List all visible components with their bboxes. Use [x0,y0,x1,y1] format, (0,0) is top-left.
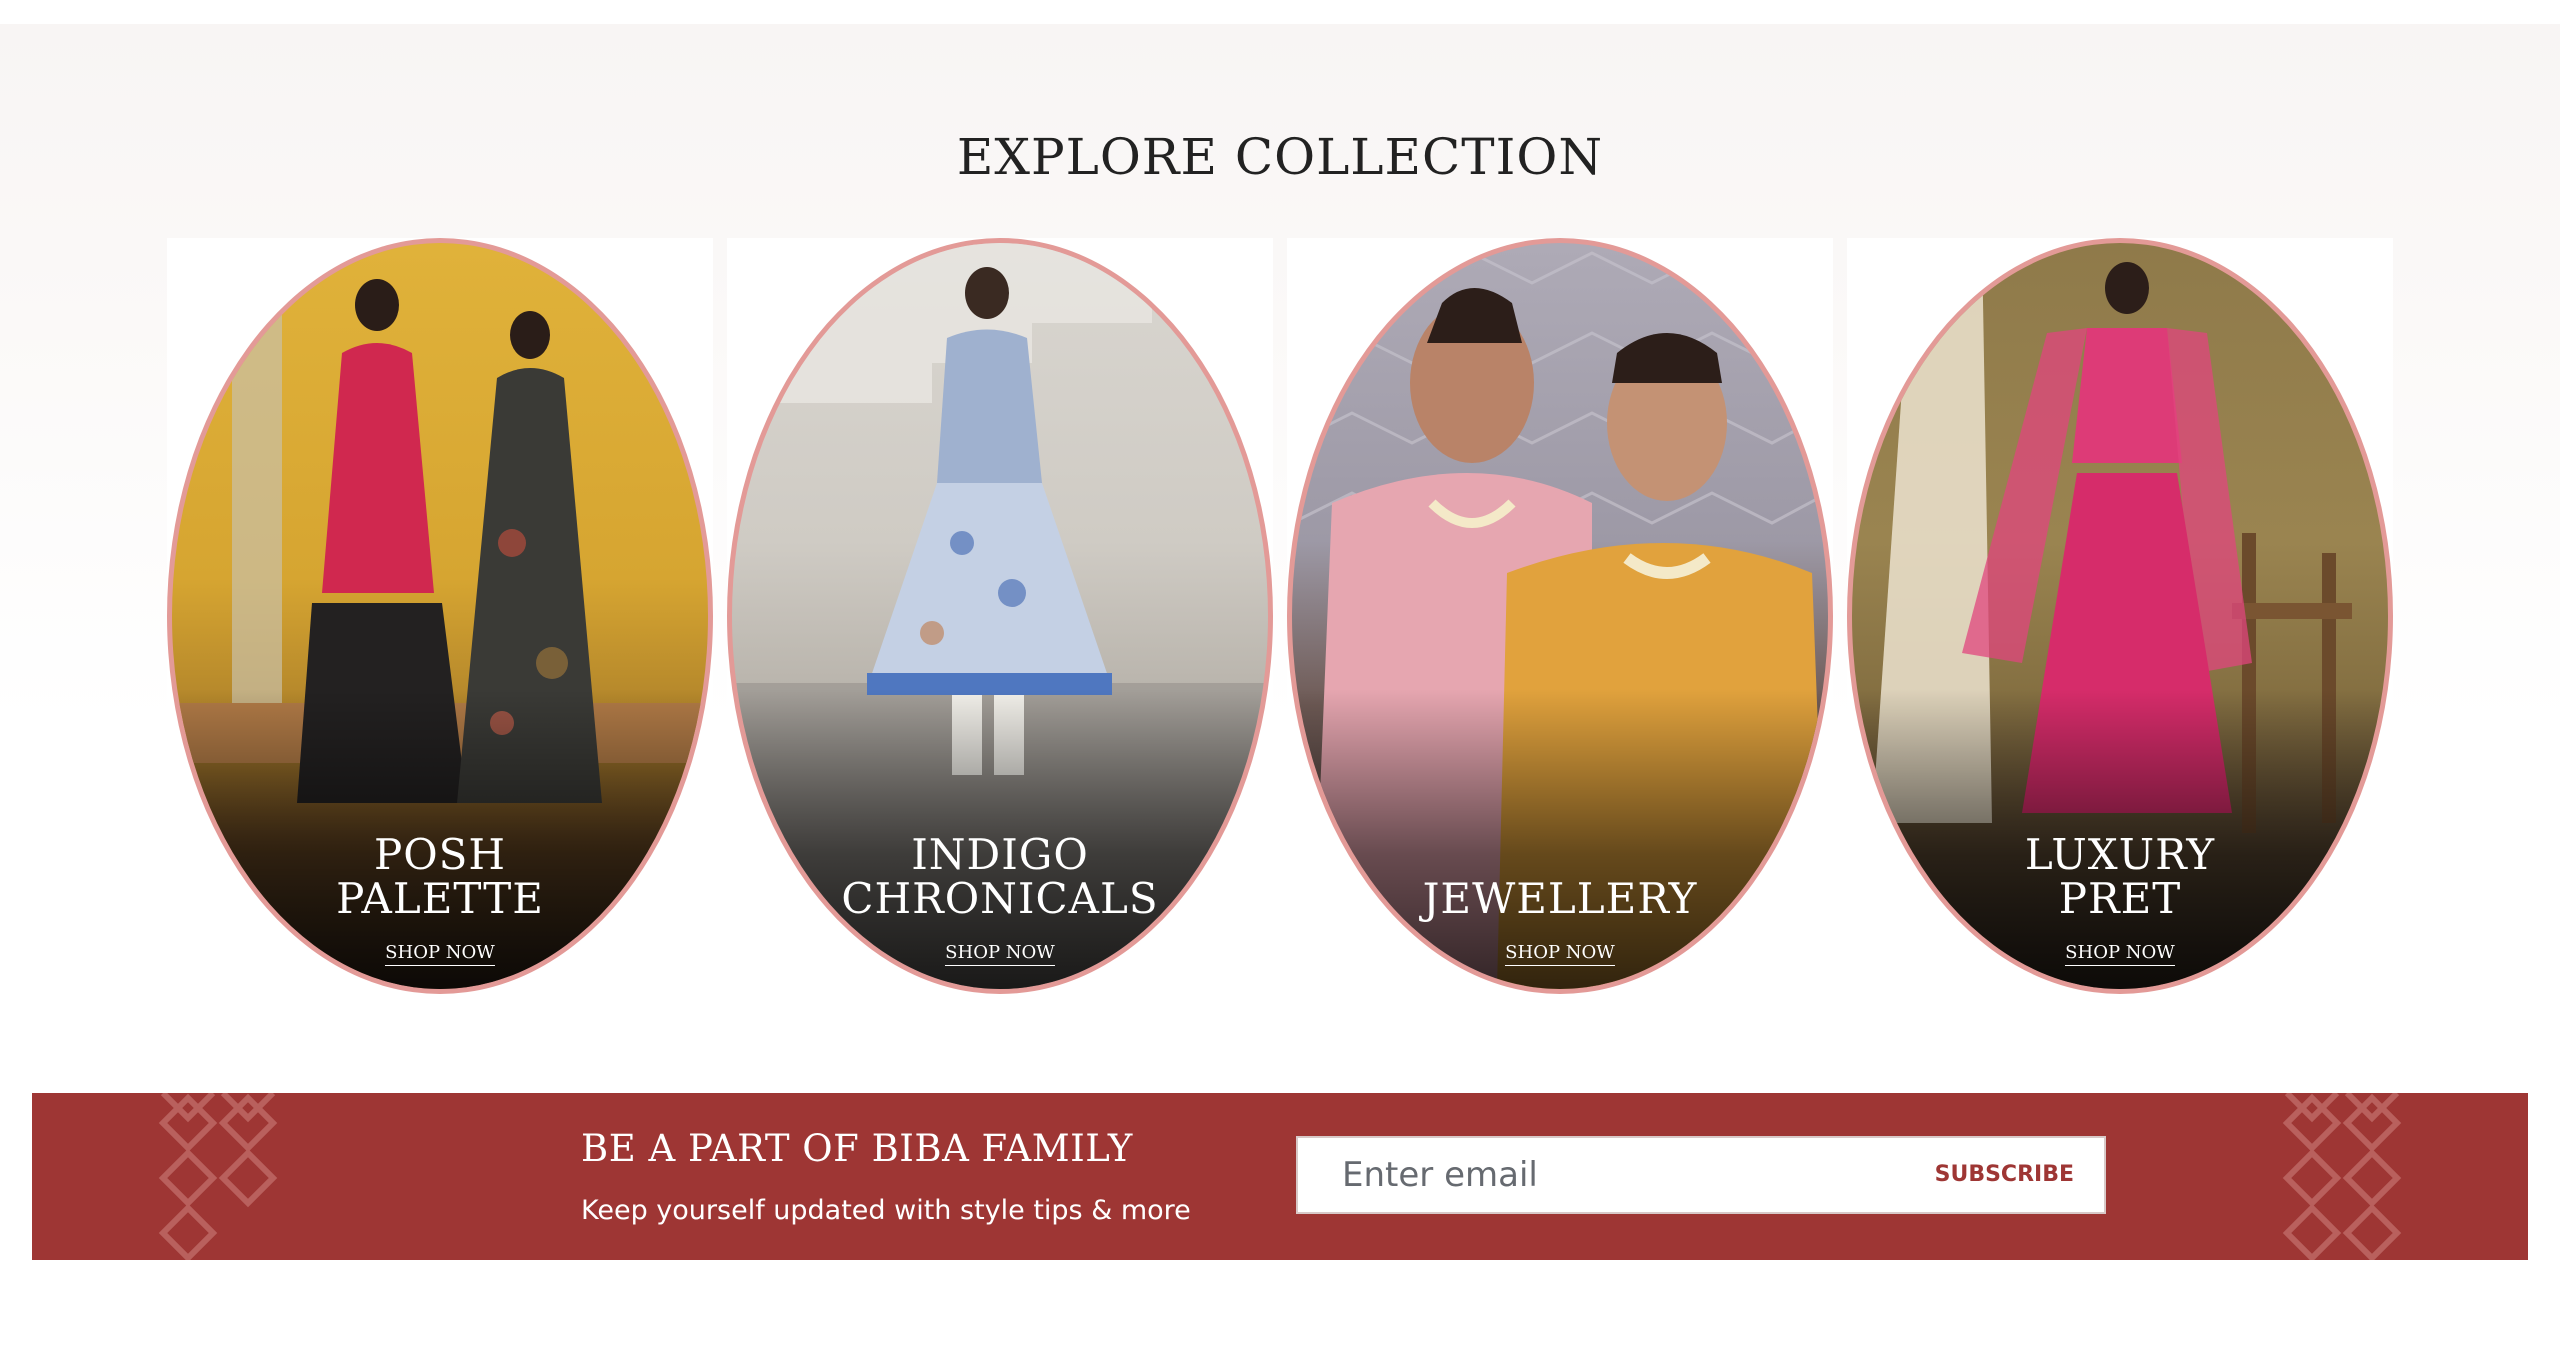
collection-title: JEWELLERY [1422,874,1698,923]
newsletter-banner: BE A PART OF BIBA FAMILY Keep yourself u… [32,1093,2528,1260]
email-input[interactable] [1298,1138,1912,1212]
collection-card-jewellery[interactable]: JEWELLERY SHOP NOW [1287,238,1833,1018]
collection-card-indigo-chronicals[interactable]: INDIGO CHRONICALS SHOP NOW [727,238,1273,1018]
collection-title: INDIGO CHRONICALS [841,830,1159,923]
explore-collection-section: EXPLORE COLLECTION POSH PALETTE SHOP NOW [0,24,2560,1044]
newsletter-title: BE A PART OF BIBA FAMILY [581,1127,1133,1170]
shop-now-link[interactable]: SHOP NOW [945,942,1055,966]
shop-now-link[interactable]: SHOP NOW [385,942,495,966]
section-title: EXPLORE COLLECTION [956,128,1604,186]
diamond-pattern-right [2282,1093,2402,1260]
diamond-pattern-left [158,1093,278,1260]
collection-title: POSH PALETTE [336,830,544,923]
newsletter-subtitle: Keep yourself updated with style tips & … [581,1195,1191,1226]
email-subscribe-form: SUBSCRIBE [1296,1136,2106,1214]
collection-card-luxury-pret[interactable]: LUXURY PRET SHOP NOW [1847,238,2393,1018]
collection-image-posh-palette[interactable]: POSH PALETTE SHOP NOW [167,238,713,994]
collection-title: LUXURY PRET [2024,830,2216,923]
collection-image-indigo-chronicals[interactable]: INDIGO CHRONICALS SHOP NOW [727,238,1273,994]
top-strip [0,0,2560,24]
shop-now-link[interactable]: SHOP NOW [2065,942,2175,966]
subscribe-button[interactable]: SUBSCRIBE [1935,1138,2074,1212]
shop-now-link[interactable]: SHOP NOW [1505,942,1615,966]
collection-card-posh-palette[interactable]: POSH PALETTE SHOP NOW [167,238,713,1018]
collection-image-jewellery[interactable]: JEWELLERY SHOP NOW [1287,238,1833,994]
collection-image-luxury-pret[interactable]: LUXURY PRET SHOP NOW [1847,238,2393,994]
